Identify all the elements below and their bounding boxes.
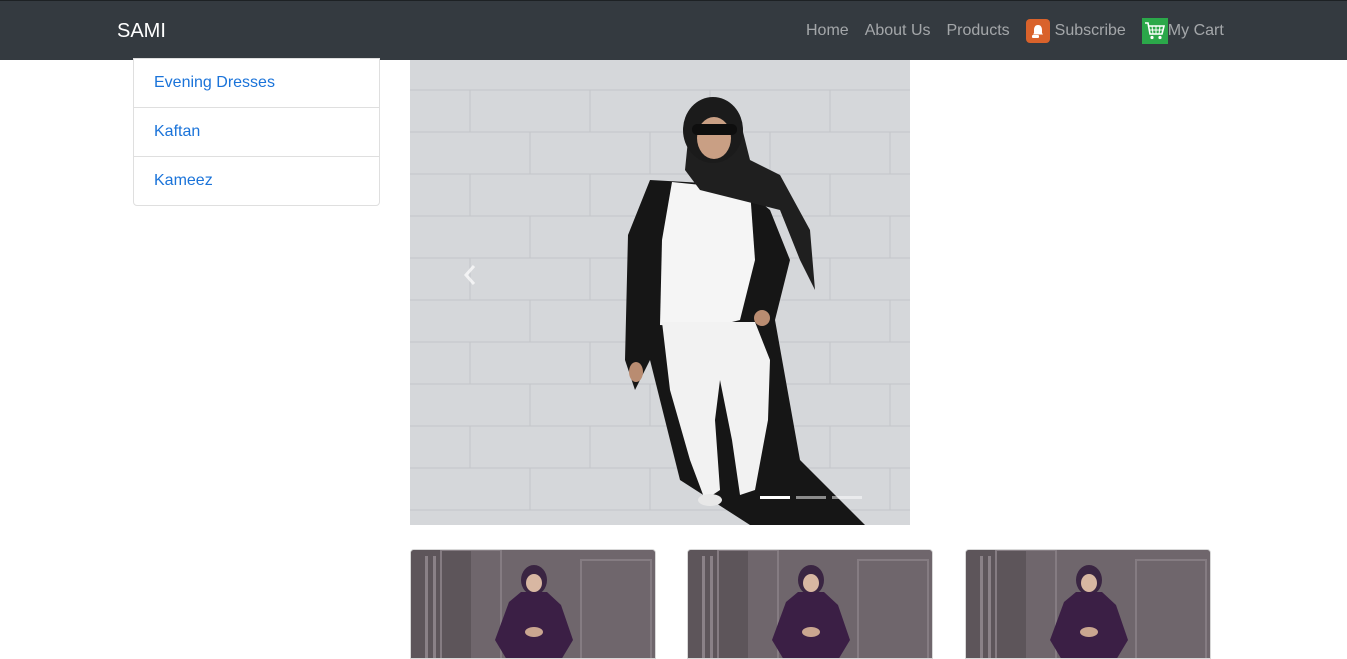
- carousel-indicator-1[interactable]: [760, 496, 790, 499]
- nav-links: Home About Us Products Subscribe My Cart: [806, 18, 1224, 44]
- bell-icon: [1025, 19, 1050, 43]
- category-list: Evening Dresses Kaftan Kameez: [133, 58, 380, 206]
- nav-home-link[interactable]: Home: [806, 21, 849, 41]
- image-carousel: [410, 60, 910, 525]
- carousel-slide-image: [410, 60, 910, 525]
- nav-products-link[interactable]: Products: [947, 21, 1010, 41]
- nav-about-link[interactable]: About Us: [865, 21, 931, 41]
- navbar: SAMI Home About Us Products Subscribe My…: [0, 0, 1347, 60]
- carousel-prev-button[interactable]: [458, 260, 482, 290]
- carousel-indicators: [760, 496, 868, 499]
- product-image: [966, 550, 1210, 658]
- product-image: [411, 550, 655, 658]
- category-item-evening-dresses[interactable]: Evening Dresses: [134, 59, 379, 107]
- brand-logo[interactable]: SAMI: [117, 20, 166, 42]
- product-card[interactable]: [410, 549, 656, 659]
- chevron-left-icon: [463, 265, 476, 285]
- product-image: [688, 550, 932, 658]
- category-item-kaftan[interactable]: Kaftan: [134, 107, 379, 156]
- nav-cart-link[interactable]: My Cart: [1141, 18, 1224, 44]
- product-card[interactable]: [965, 549, 1211, 659]
- product-card[interactable]: [687, 549, 933, 659]
- nav-subscribe-link[interactable]: Subscribe: [1025, 19, 1126, 43]
- nav-subscribe-label: Subscribe: [1054, 22, 1126, 39]
- category-item-kameez[interactable]: Kameez: [134, 156, 379, 205]
- carousel-indicator-2[interactable]: [796, 496, 826, 499]
- shopping-cart-icon: [1141, 18, 1168, 44]
- carousel-indicator-3[interactable]: [832, 496, 862, 499]
- nav-cart-label: My Cart: [1167, 22, 1224, 39]
